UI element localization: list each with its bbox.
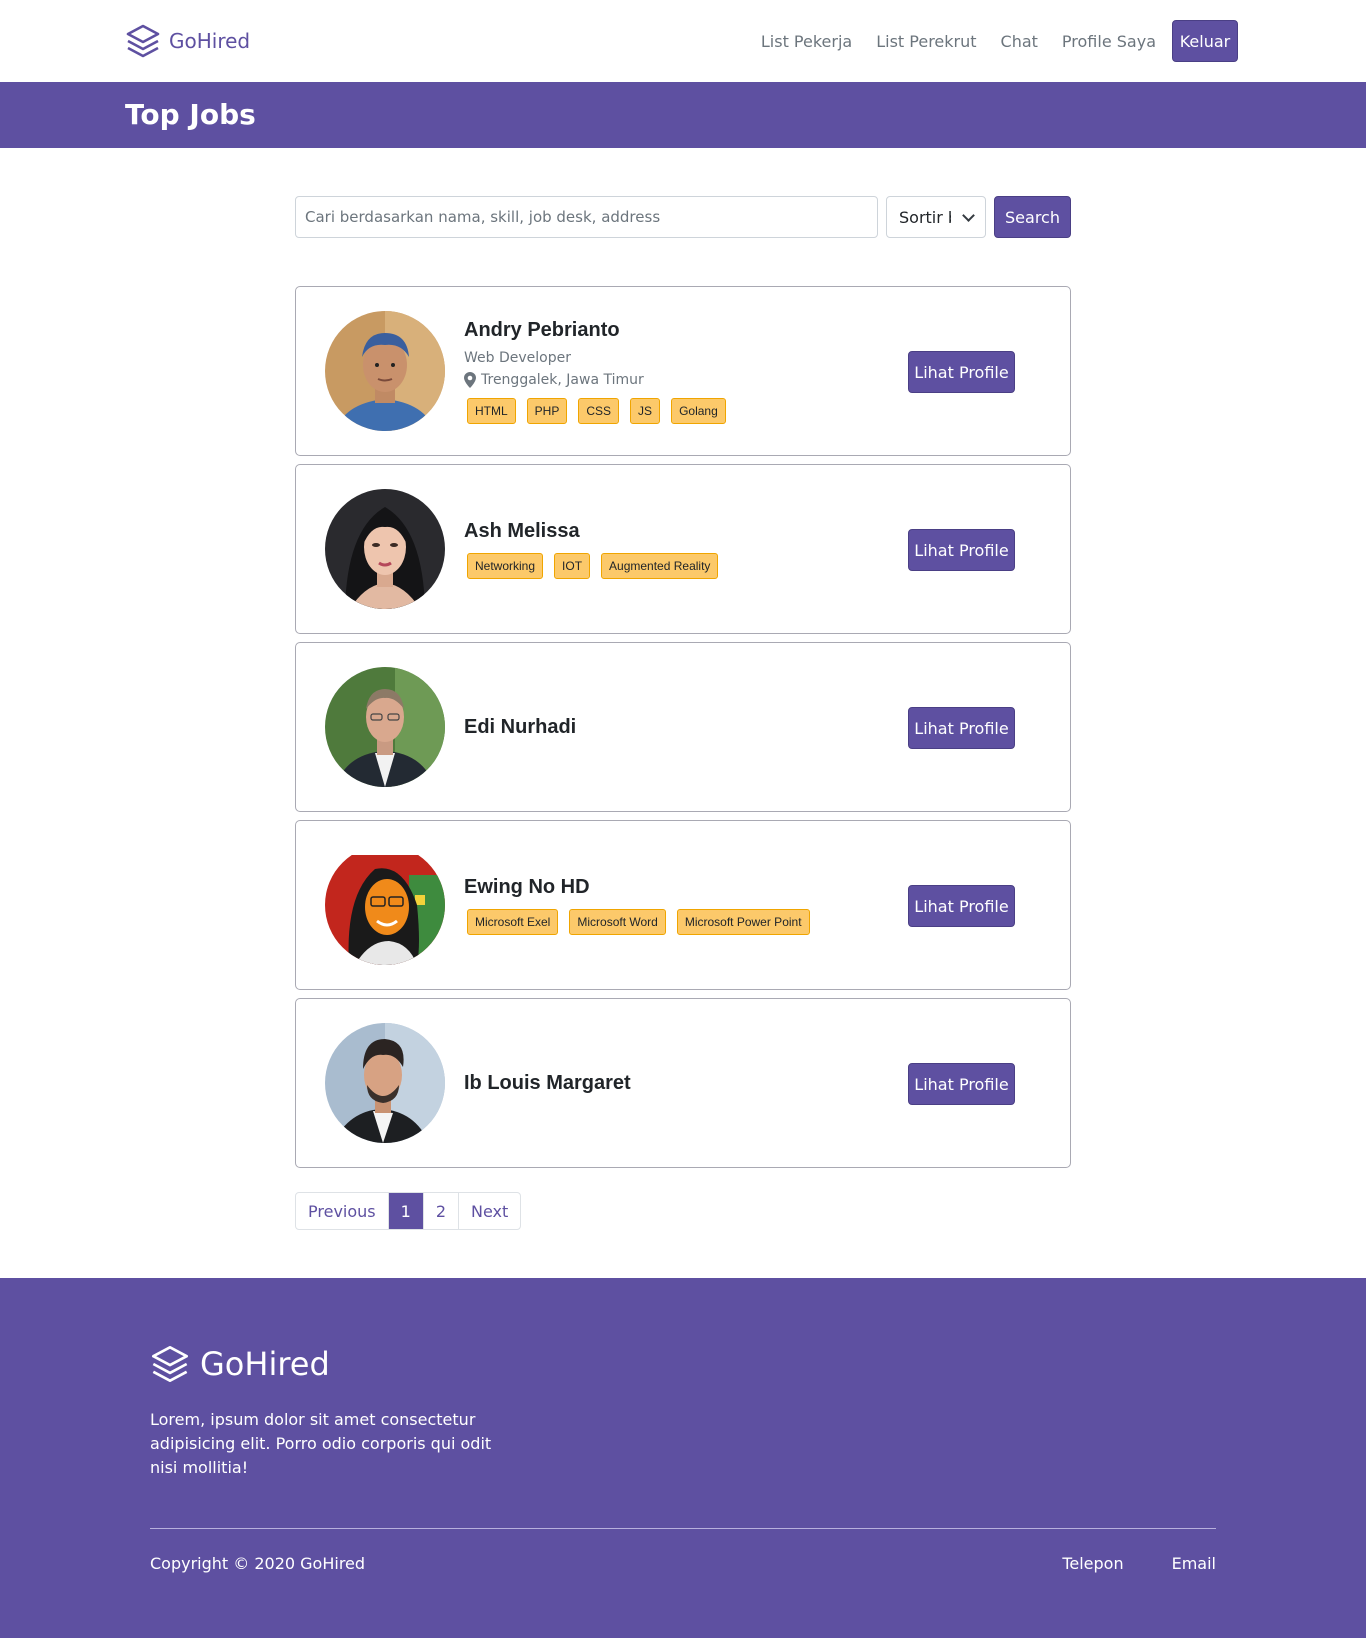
worker-card: Edi Nurhadi Lihat Profile [295, 642, 1071, 812]
pagination: Previous 1 2 Next [295, 1192, 522, 1230]
avatar [325, 667, 445, 787]
nav-list-perekrut[interactable]: List Perekrut [876, 32, 976, 51]
sort-select[interactable]: Sortir berdasarkan [886, 196, 986, 238]
worker-name: Ib Louis Margaret [464, 1071, 631, 1094]
nav-list-pekerja[interactable]: List Pekerja [761, 32, 852, 51]
skill-badge: Microsoft Power Point [676, 908, 810, 935]
brand-logo[interactable]: GoHired [125, 22, 250, 60]
skill-badge: CSS [578, 397, 620, 424]
logout-button[interactable]: Keluar [1172, 20, 1238, 62]
worker-info: Ib Louis Margaret [464, 999, 840, 1167]
worker-card: Ewing No HD Microsoft Exel Microsoft Wor… [295, 820, 1071, 990]
skill-badge: IOT [554, 552, 591, 579]
footer-copyright: Copyright © 2020 GoHired [150, 1554, 366, 1573]
skill-list: Networking IOT Augmented Reality [464, 552, 840, 579]
skill-badge: PHP [526, 397, 568, 424]
skill-badge: HTML [467, 397, 516, 424]
worker-info: Ash Melissa Networking IOT Augmented Rea… [464, 465, 840, 633]
nav-profile-saya[interactable]: Profile Saya [1062, 32, 1156, 51]
skill-badge: Networking [467, 552, 544, 579]
footer-links: Telepon Email [1014, 1554, 1216, 1573]
pagination-next[interactable]: Next [459, 1193, 520, 1229]
worker-role: Web Developer [464, 349, 571, 366]
worker-location: Trenggalek, Jawa Timur [464, 371, 840, 388]
worker-name: Ewing No HD [464, 875, 590, 898]
footer-link-telepon[interactable]: Telepon [1062, 1554, 1123, 1573]
footer: GoHired Lorem, ipsum dolor sit amet cons… [0, 1278, 1366, 1638]
worker-name: Andry Pebrianto [464, 318, 620, 341]
worker-info: Ewing No HD Microsoft Exel Microsoft Wor… [464, 821, 840, 989]
footer-brand: GoHired [150, 1344, 330, 1384]
page-title: Top Jobs [125, 98, 256, 131]
nav-chat[interactable]: Chat [1001, 32, 1038, 51]
footer-divider [150, 1528, 1216, 1529]
search-button[interactable]: Search [994, 196, 1071, 238]
navbar: GoHired List Pekerja List Perekrut Chat … [0, 0, 1366, 82]
skill-badge: Augmented Reality [601, 552, 719, 579]
avatar [325, 1023, 445, 1143]
skill-badge: Golang [671, 397, 726, 424]
view-profile-button[interactable]: Lihat Profile [908, 351, 1015, 393]
layers-icon [126, 24, 160, 58]
worker-info: Edi Nurhadi [464, 643, 840, 811]
sort-select-label: Sortir berdasarkan [899, 207, 951, 227]
skill-list: Microsoft Exel Microsoft Word Microsoft … [464, 908, 840, 935]
worker-location-text: Trenggalek, Jawa Timur [481, 371, 644, 388]
worker-card: Ib Louis Margaret Lihat Profile [295, 998, 1071, 1168]
chevron-down-icon [962, 209, 975, 222]
footer-link-email[interactable]: Email [1172, 1554, 1216, 1573]
worker-card: Andry Pebrianto Web Developer Trenggalek… [295, 286, 1071, 456]
view-profile-button[interactable]: Lihat Profile [908, 529, 1015, 571]
brand-name: GoHired [169, 29, 251, 53]
worker-name: Ash Melissa [464, 519, 580, 542]
worker-info: Andry Pebrianto Web Developer Trenggalek… [464, 287, 840, 455]
skill-badge: JS [630, 397, 661, 424]
skill-badge: Microsoft Word [569, 908, 666, 935]
footer-brand-name: GoHired [200, 1345, 330, 1383]
page-header-band: Top Jobs [0, 82, 1366, 148]
skill-badge: Microsoft Exel [467, 908, 559, 935]
worker-name: Edi Nurhadi [464, 715, 577, 738]
worker-card: Ash Melissa Networking IOT Augmented Rea… [295, 464, 1071, 634]
pagination-page-1[interactable]: 1 [388, 1193, 424, 1229]
pagination-previous[interactable]: Previous [296, 1193, 389, 1229]
avatar [325, 489, 445, 609]
search-input[interactable] [295, 196, 878, 238]
view-profile-button[interactable]: Lihat Profile [908, 707, 1015, 749]
skill-list: HTML PHP CSS JS Golang [464, 397, 840, 424]
pagination-page-2[interactable]: 2 [424, 1193, 459, 1229]
nav-links: List Pekerja List Perekrut Chat Profile … [737, 20, 1238, 62]
map-pin-icon [464, 371, 476, 388]
avatar [325, 845, 445, 965]
layers-icon [152, 1346, 189, 1382]
view-profile-button[interactable]: Lihat Profile [908, 1063, 1015, 1105]
footer-description: Lorem, ipsum dolor sit amet consectetur … [150, 1410, 492, 1477]
view-profile-button[interactable]: Lihat Profile [908, 885, 1015, 927]
avatar [325, 311, 445, 431]
